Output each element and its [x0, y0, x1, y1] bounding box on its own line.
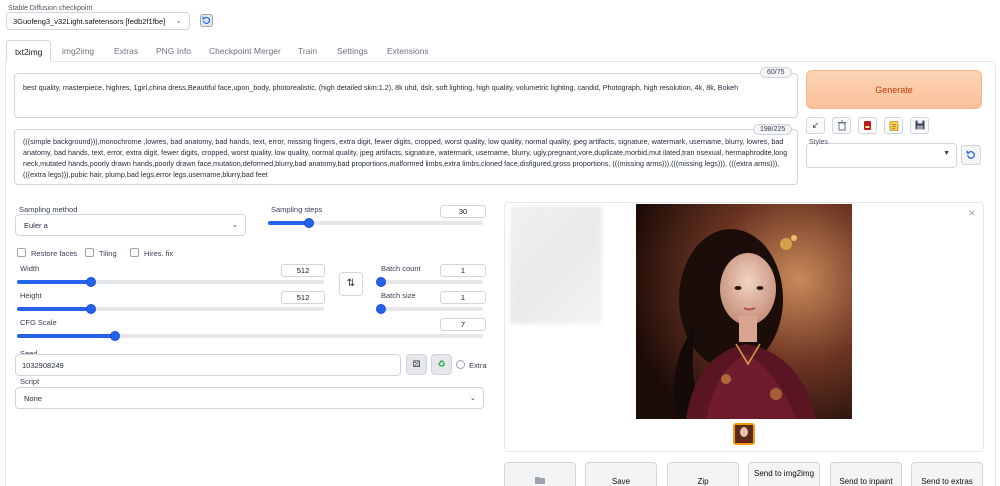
- random-seed-button[interactable]: ⚄: [406, 354, 427, 375]
- reuse-seed-button[interactable]: ♻: [431, 354, 452, 375]
- portrait-illustration: [636, 204, 852, 419]
- generated-image[interactable]: [636, 204, 852, 419]
- send-to-img2img-button[interactable]: Send to img2img: [748, 462, 820, 486]
- batch-size-label: Batch size: [381, 291, 416, 300]
- apply-style-button[interactable]: [884, 117, 903, 134]
- prompt-token-counter: 60/75: [760, 67, 792, 78]
- tiling-checkbox[interactable]: Tiling: [85, 248, 117, 258]
- recycle-icon: ♻: [437, 359, 446, 369]
- sampling-steps-label: Sampling steps: [271, 205, 323, 214]
- chevron-down-icon: ⌄: [231, 220, 238, 229]
- checkpoint-label: Stable Diffusion checkpoint: [8, 5, 93, 12]
- refresh-styles-button[interactable]: [961, 145, 981, 165]
- width-slider[interactable]: [17, 277, 324, 287]
- cfg-scale-slider[interactable]: [17, 331, 483, 341]
- tab-settings[interactable]: Settings: [337, 40, 368, 62]
- refresh-icon: [966, 150, 975, 159]
- batch-size-slider[interactable]: [376, 304, 483, 314]
- swap-arrows-icon: ⇅: [346, 278, 356, 289]
- restore-faces-checkbox[interactable]: Restore faces: [17, 248, 77, 258]
- gallery-thumbnail[interactable]: [733, 423, 755, 445]
- sampling-steps-input[interactable]: 30: [440, 205, 486, 218]
- height-slider[interactable]: [17, 304, 324, 314]
- refresh-checkpoint-button[interactable]: [200, 14, 213, 27]
- batch-count-input[interactable]: 1: [440, 264, 486, 277]
- chevron-down-icon: ⌄: [175, 16, 182, 25]
- height-input[interactable]: 512: [281, 291, 325, 304]
- swap-dimensions-button[interactable]: ⇅: [339, 272, 363, 296]
- batch-count-slider[interactable]: [376, 277, 483, 287]
- batch-size-input[interactable]: 1: [440, 291, 486, 304]
- refresh-icon: [202, 16, 211, 24]
- previous-image-preview: [510, 206, 602, 324]
- close-icon[interactable]: ✕: [968, 208, 976, 219]
- show-extra-networks-button[interactable]: [858, 117, 877, 134]
- generate-button[interactable]: Generate: [806, 70, 982, 109]
- prompt-textarea[interactable]: best quality, masterpiece, highres, 1gir…: [14, 73, 798, 118]
- chevron-down-icon: ⌄: [469, 393, 476, 402]
- hires-fix-checkbox[interactable]: Hires. fix: [130, 248, 173, 258]
- batch-count-label: Batch count: [381, 264, 421, 273]
- trash-icon: [837, 120, 846, 131]
- negative-prompt-token-counter: 198/225: [753, 124, 793, 135]
- tab-train[interactable]: Train: [298, 40, 317, 62]
- tab-checkpoint-merger[interactable]: Checkpoint Merger: [209, 40, 281, 62]
- width-label: Width: [20, 264, 40, 273]
- checkpoint-value: 3Guofeng3_v32Light.safetensors [fedb2f1f…: [13, 17, 166, 26]
- dice-icon: ⚄: [412, 359, 421, 369]
- script-label: Script: [20, 377, 40, 386]
- card-icon: [864, 121, 871, 130]
- clipboard-icon: [889, 121, 898, 131]
- sampling-steps-slider[interactable]: [268, 218, 483, 228]
- cfg-scale-input[interactable]: 7: [440, 318, 486, 331]
- floppy-disk-icon: [915, 120, 924, 130]
- sampling-method-select[interactable]: Euler a ⌄: [15, 214, 246, 236]
- arrow-down-left-icon: ↙: [811, 120, 820, 130]
- sampling-method-label: Sampling method: [19, 205, 78, 214]
- tab-extensions[interactable]: Extensions: [387, 40, 429, 62]
- save-style-button[interactable]: [910, 117, 929, 134]
- tab-png-info[interactable]: PNG Info: [156, 40, 191, 62]
- thumbnail-image: [735, 425, 753, 443]
- tab-img2img[interactable]: img2img: [62, 40, 94, 62]
- negative-prompt-textarea[interactable]: (((simple background))),monochrome ,lowr…: [14, 129, 798, 185]
- send-to-extras-button[interactable]: Send to extras: [911, 462, 983, 486]
- checkpoint-select[interactable]: 3Guofeng3_v32Light.safetensors [fedb2f1f…: [6, 12, 190, 30]
- styles-select[interactable]: ▼: [806, 143, 957, 168]
- save-button[interactable]: Save: [585, 462, 657, 486]
- height-label: Height: [20, 291, 42, 300]
- styles-label: Styles: [809, 139, 829, 146]
- sampling-method-value: Euler a: [24, 221, 48, 230]
- cfg-scale-label: CFG Scale: [20, 318, 57, 327]
- tab-txt2img[interactable]: txt2img: [6, 40, 52, 62]
- open-folder-button[interactable]: [504, 462, 576, 486]
- folder-icon: [535, 477, 545, 484]
- zip-button[interactable]: Zip: [667, 462, 739, 486]
- clear-prompt-button[interactable]: [832, 117, 851, 134]
- script-value: None: [24, 394, 42, 403]
- read-params-button[interactable]: ↙: [806, 117, 825, 134]
- caret-down-icon: ▼: [943, 150, 950, 157]
- tab-extras[interactable]: Extras: [114, 40, 138, 62]
- seed-input[interactable]: 1032908249: [15, 354, 401, 376]
- script-select[interactable]: None ⌄: [15, 387, 484, 409]
- width-input[interactable]: 512: [281, 264, 325, 277]
- send-to-inpaint-button[interactable]: Send to inpaint: [830, 462, 902, 486]
- extra-seed-checkbox[interactable]: Extra: [456, 360, 487, 370]
